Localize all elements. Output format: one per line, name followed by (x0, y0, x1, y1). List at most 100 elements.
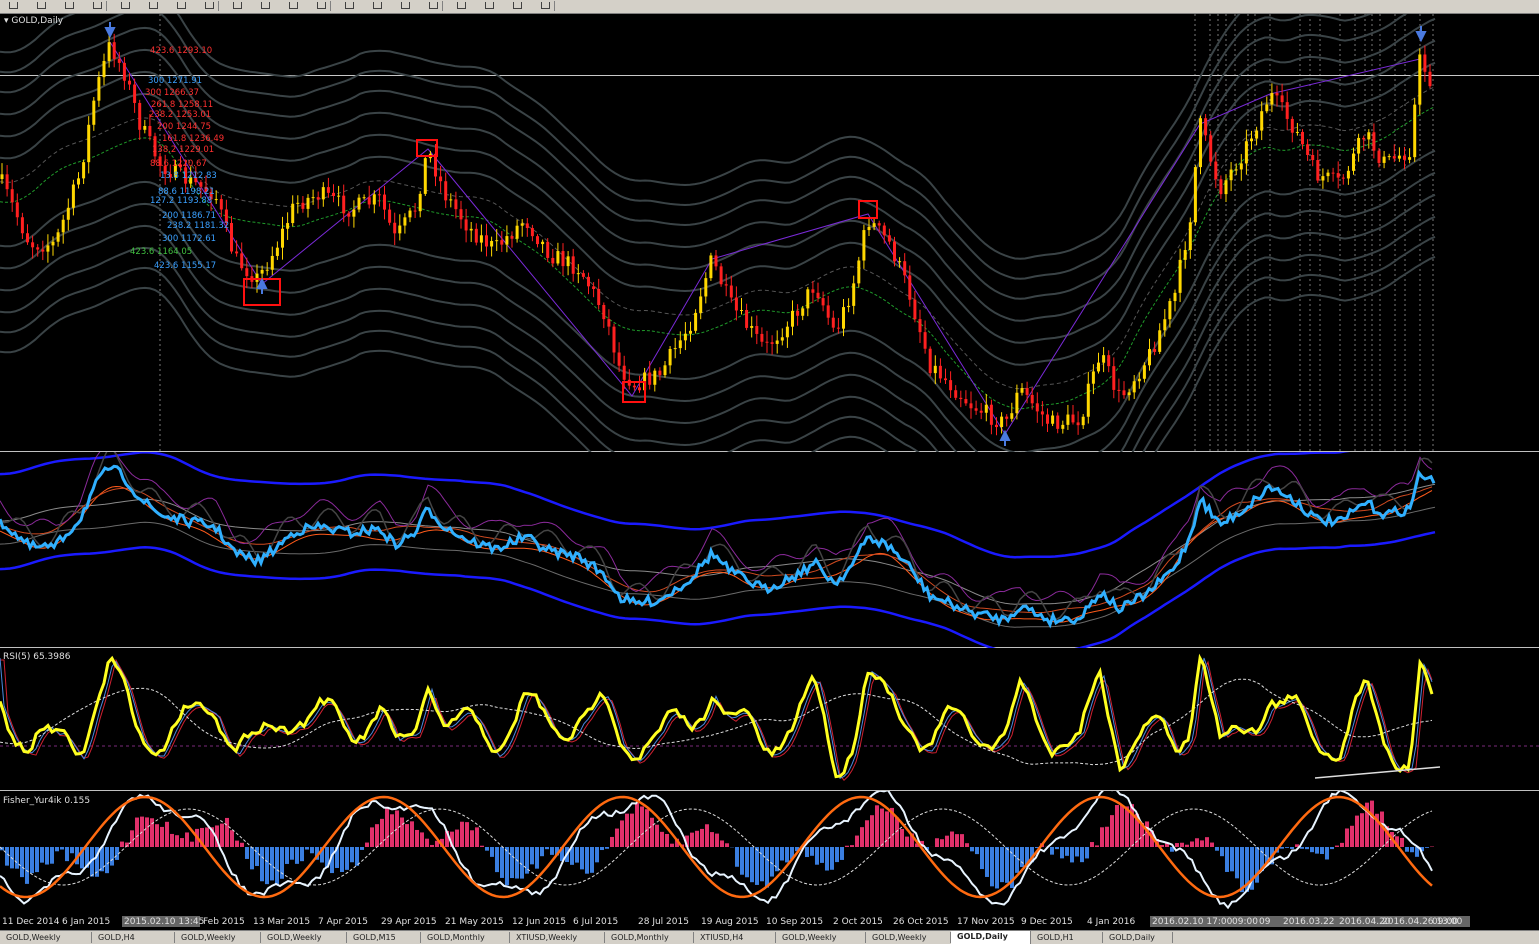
line-tool-icon[interactable] (454, 0, 467, 11)
bear-candle (1362, 138, 1365, 139)
bear-candle (990, 405, 993, 425)
histogram-bar-positive (420, 832, 424, 847)
bull-candle (1408, 157, 1411, 160)
histogram-bar-positive (465, 822, 469, 847)
fisher-pane[interactable] (0, 791, 1539, 914)
expert-icon[interactable] (426, 0, 439, 11)
bear-candle (1393, 156, 1396, 158)
bear-candle (587, 277, 590, 286)
oscillator-pane[interactable] (0, 452, 1539, 648)
histogram-bar-negative (340, 847, 344, 872)
crosshair-icon[interactable] (398, 0, 411, 11)
bear-candle (1031, 395, 1034, 403)
date-axis-label: 11 Dec 2014 (2, 917, 60, 927)
templates-icon[interactable] (342, 0, 355, 11)
bear-candle (1276, 93, 1279, 95)
period-icon[interactable] (314, 0, 327, 11)
add-icon[interactable] (370, 0, 383, 11)
histogram-bar-positive (945, 836, 949, 847)
arrow-icon[interactable] (538, 0, 551, 11)
bear-candle (944, 378, 947, 380)
histogram-bar-positive (1095, 845, 1099, 847)
tile-icon[interactable] (174, 0, 187, 11)
histogram-bar-negative (760, 847, 764, 881)
fib-icon[interactable] (482, 0, 495, 11)
histogram-bar-negative (745, 847, 749, 877)
histogram-bar-negative (1085, 847, 1089, 858)
histogram-bar-negative (295, 847, 299, 864)
chart-tab[interactable]: GOLD,Weekly (261, 932, 347, 943)
chart-tab[interactable]: GOLD,Daily (1103, 932, 1173, 943)
text-icon[interactable] (510, 0, 523, 11)
envelope-band (0, 19, 1435, 321)
chart-tab[interactable]: GOLD,M15 (347, 932, 421, 943)
histogram-bar-positive (700, 829, 704, 847)
histogram-bar-positive (130, 830, 134, 847)
zoom-in-icon[interactable] (118, 0, 131, 11)
chart-tab[interactable]: GOLD,Monthly (421, 932, 510, 943)
bear-candle (939, 366, 942, 379)
histogram-bar-negative (1405, 847, 1409, 852)
bull-candle (689, 331, 692, 334)
bull-candle (674, 348, 677, 349)
shift-icon[interactable] (230, 0, 243, 11)
histogram-bar-positive (425, 839, 429, 847)
line-chart-icon[interactable] (90, 0, 103, 11)
fib-level-label: 423.6 1293.10 (150, 46, 212, 56)
date-axis-label: 6 Jan 2015 (62, 917, 110, 927)
bull-candle (1321, 176, 1324, 180)
chart-area[interactable]: ▾ GOLD,Daily RSI(5) 65.3986 Fisher_Yur4i… (0, 14, 1539, 914)
candle-icon[interactable] (62, 0, 75, 11)
histogram-bar-negative (770, 847, 774, 877)
main-price-pane[interactable] (0, 14, 1539, 452)
chart-tab[interactable]: GOLD,Daily (951, 931, 1031, 944)
autoscroll-icon[interactable] (258, 0, 271, 11)
new-chart-icon[interactable] (6, 0, 19, 11)
bull-candle (1143, 365, 1146, 378)
chart-tab[interactable]: XTIUSD,H4 (694, 932, 776, 943)
histogram-bar-negative (1020, 847, 1024, 867)
bear-candle (113, 42, 116, 59)
histogram-bar-positive (875, 805, 879, 847)
bear-candle (475, 229, 478, 243)
chart-tab[interactable]: GOLD,Weekly (0, 932, 92, 943)
chart-tab[interactable]: GOLD,Weekly (776, 932, 866, 943)
histogram-bar-negative (30, 847, 34, 873)
indicators-icon[interactable] (286, 0, 299, 11)
bear-candle (327, 187, 330, 193)
date-axis-label: 21 May 2015 (445, 917, 504, 927)
histogram-bar-positive (145, 817, 149, 847)
bear-candle (235, 251, 238, 253)
histogram-bar-positive (165, 822, 169, 847)
bull-candle (862, 230, 865, 260)
chart-tab[interactable]: GOLD,Weekly (175, 932, 261, 943)
bar-chart-icon[interactable] (34, 0, 47, 11)
bull-candle (857, 261, 860, 284)
bear-candle (597, 289, 600, 305)
bear-candle (1423, 54, 1426, 71)
bull-candle (480, 235, 483, 242)
bull-candle (1082, 417, 1085, 425)
histogram-bar-negative (755, 847, 759, 885)
bull-candle (1174, 293, 1177, 301)
histogram-bar-positive (670, 844, 674, 847)
rsi-pane[interactable] (0, 648, 1539, 791)
histogram-bar-positive (860, 827, 864, 847)
histogram-bar-positive (1130, 804, 1134, 847)
bull-candle (1184, 250, 1187, 260)
histogram-bar-positive (1350, 826, 1354, 847)
histogram-bar-negative (605, 847, 609, 849)
chart-tab[interactable]: GOLD,H4 (92, 932, 175, 943)
bear-candle (317, 197, 320, 199)
histogram-bar-negative (1075, 847, 1079, 856)
chart-tab[interactable]: GOLD,Monthly (605, 932, 694, 943)
zoom-out-icon[interactable] (146, 0, 159, 11)
bear-candle (36, 247, 39, 249)
chart-tab[interactable]: XTIUSD,Weekly (510, 932, 605, 943)
chart-tab[interactable]: GOLD,H1 (1031, 932, 1103, 943)
chart-tab[interactable]: GOLD,Weekly (866, 932, 951, 943)
bear-candle (924, 332, 927, 349)
scroll-icon[interactable] (202, 0, 215, 11)
bull-candle (1357, 138, 1360, 154)
bear-candle (817, 293, 820, 298)
